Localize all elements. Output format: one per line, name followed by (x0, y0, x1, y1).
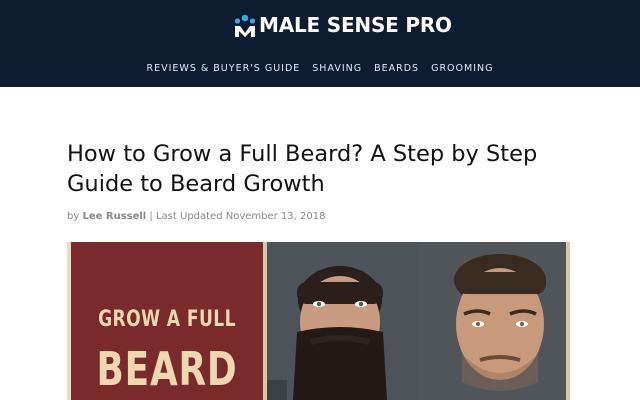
nav-item-grooming[interactable]: GROOMING (431, 63, 493, 74)
bearded-man-photo (267, 242, 418, 400)
hero-title-line2: BEARD (96, 342, 238, 396)
main-nav: REVIEWS & BUYER'S GUIDE SHAVING BEARDS G… (0, 63, 640, 74)
hero-title-line1: GROW A FULL (98, 307, 236, 332)
nav-item-reviews[interactable]: REVIEWS & BUYER'S GUIDE (147, 63, 301, 74)
site-name: MALE SENSE PRO (259, 13, 452, 37)
meta-separator: | (149, 211, 153, 222)
nav-item-beards[interactable]: BEARDS (374, 63, 419, 74)
site-logo[interactable]: MALE SENSE PRO (233, 10, 452, 40)
featured-image: GROW A FULL BEARD (67, 242, 570, 400)
author-link[interactable]: Lee Russell (82, 211, 146, 222)
last-updated: Last Updated November 13, 2018 (155, 211, 326, 222)
site-header: MALE SENSE PRO REVIEWS & BUYER'S GUIDE S… (0, 0, 640, 87)
nav-item-shaving[interactable]: SHAVING (312, 63, 362, 74)
article-meta: by Lee Russell | Last Updated November 1… (67, 211, 325, 222)
hero-title-panel: GROW A FULL BEARD (71, 242, 263, 400)
people-group-icon (233, 13, 257, 37)
article-title: How to Grow a Full Beard? A Step by Step… (67, 141, 538, 197)
hero-edge (566, 242, 570, 400)
stubble-man-photo (418, 242, 566, 400)
byline-prefix: by (67, 211, 80, 222)
